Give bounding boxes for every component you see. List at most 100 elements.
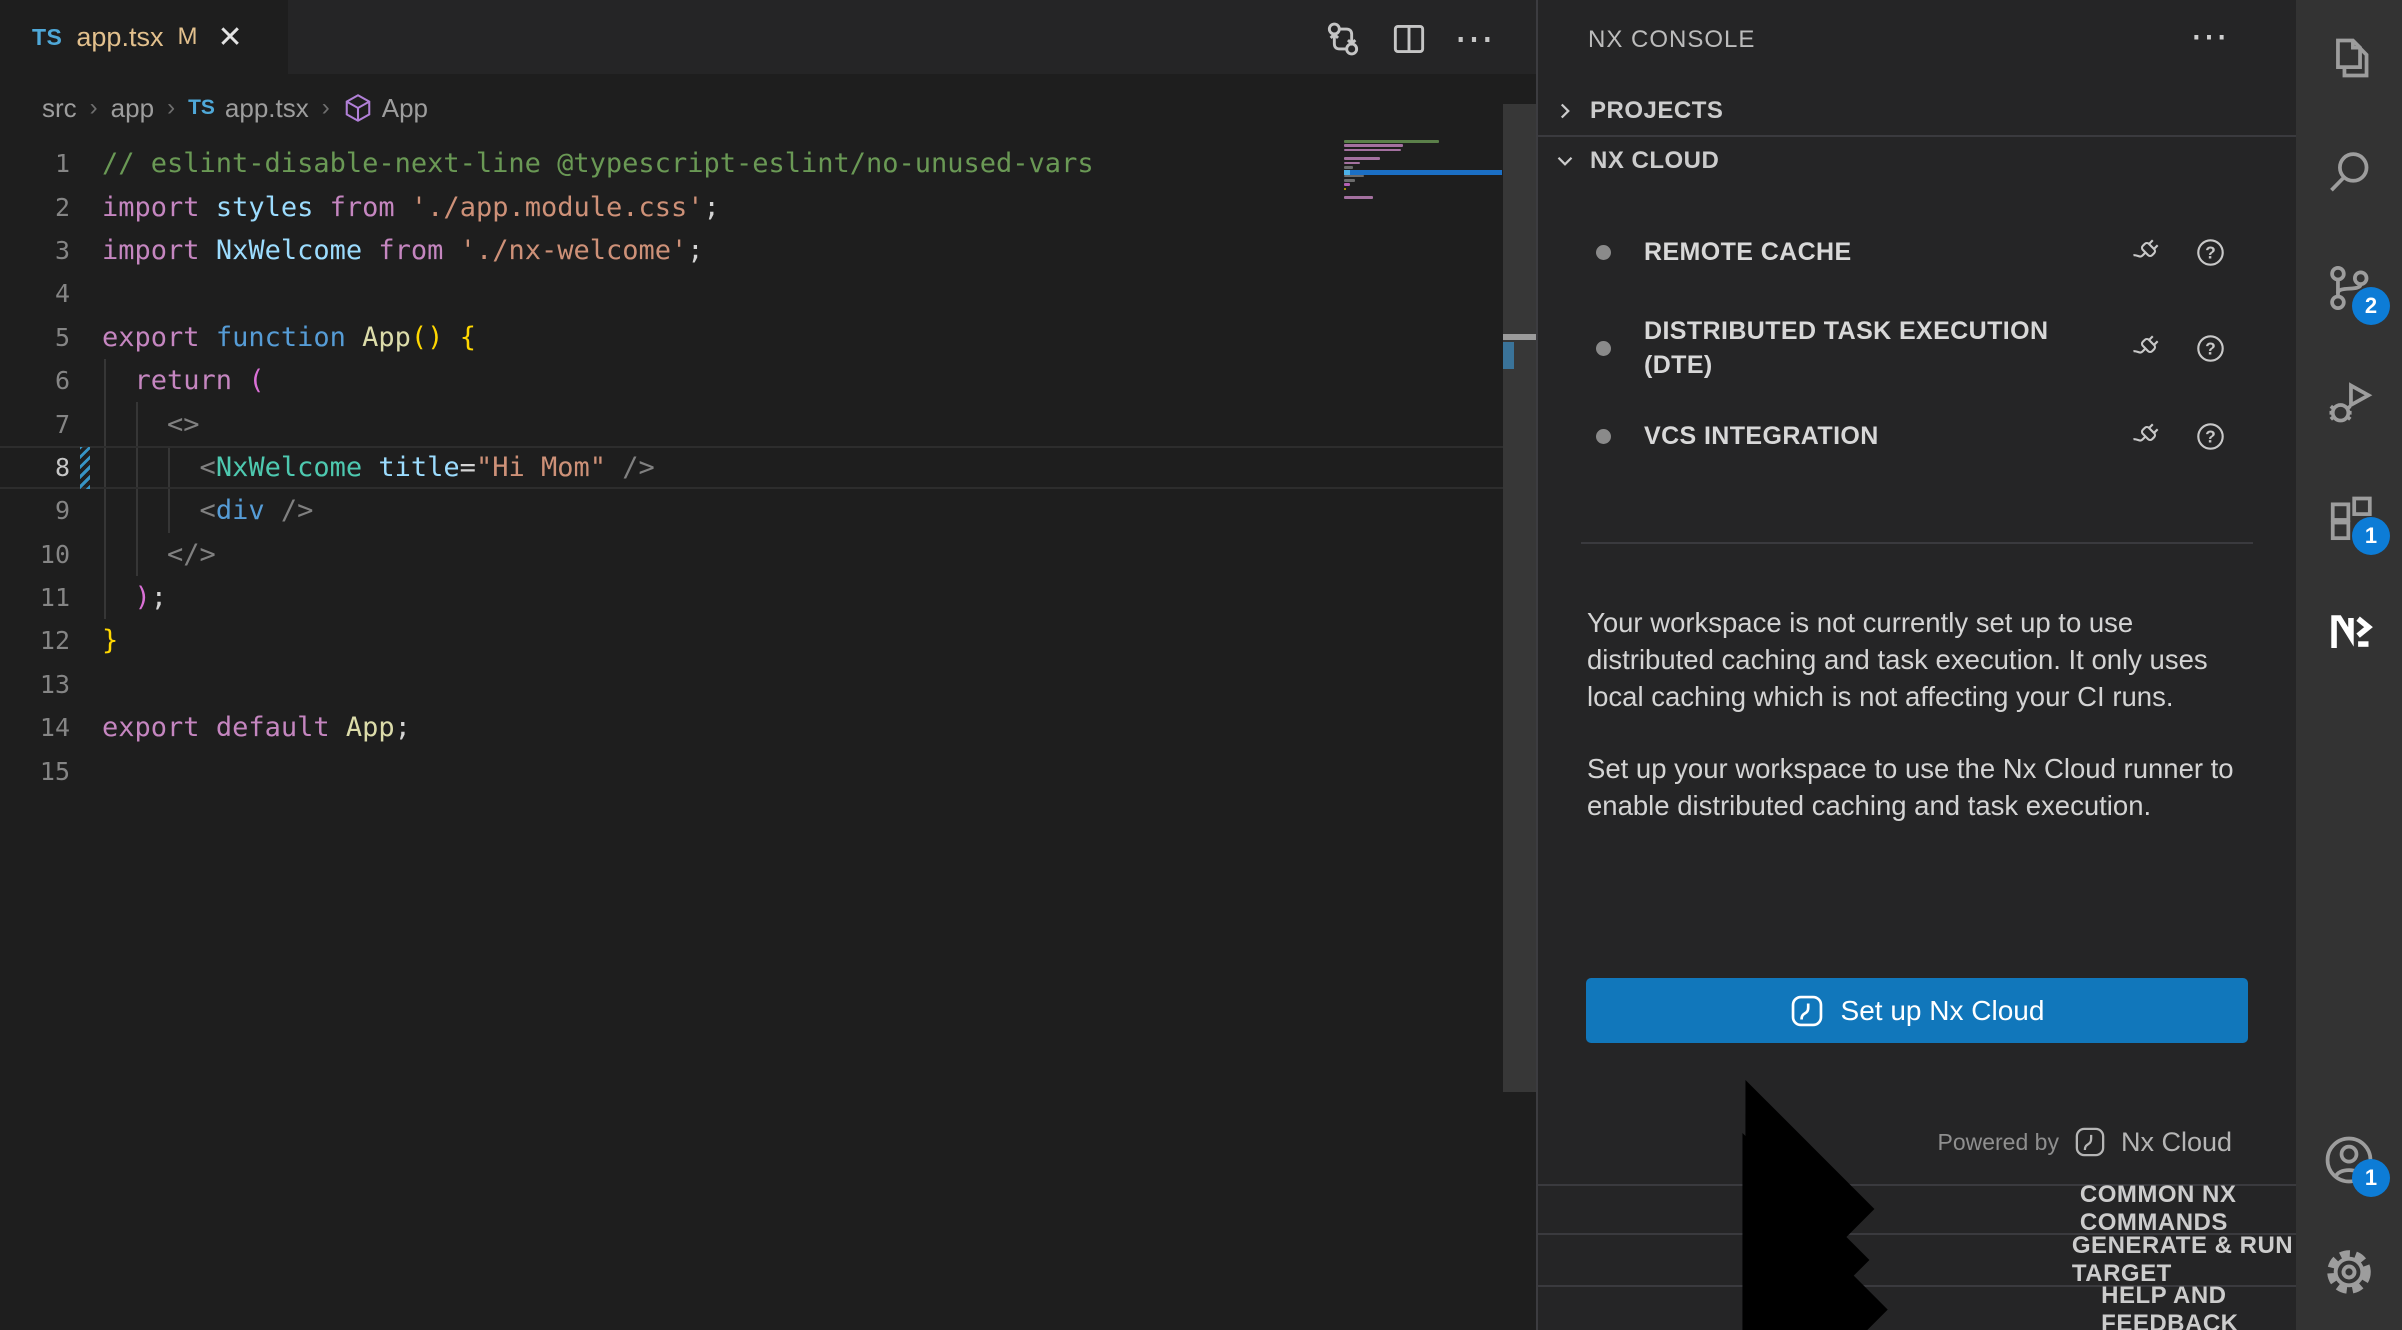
search-icon[interactable] [2323, 147, 2375, 199]
code-text[interactable]: <> [102, 409, 200, 440]
code-line[interactable]: 13 [0, 663, 1503, 706]
chevron-right-icon [1552, 98, 1578, 124]
extensions-badge: 1 [2352, 517, 2390, 555]
code-text[interactable]: ); [102, 582, 167, 613]
code-line[interactable]: 15 [0, 749, 1503, 792]
feature-dte[interactable]: DISTRIBUTED TASK EXECUTION (DTE) ? [1538, 300, 2296, 396]
line-number: 10 [0, 540, 70, 569]
typescript-file-icon: TS [188, 96, 215, 120]
feature-remote-cache[interactable]: REMOTE CACHE ? [1538, 224, 2296, 280]
breadcrumb[interactable]: src › app › TS app.tsx › App [0, 74, 1536, 142]
close-tab-icon[interactable]: ✕ [217, 20, 242, 55]
code-line[interactable]: 8 <NxWelcome title="Hi Mom" /> [0, 446, 1503, 489]
code-line[interactable]: 1 // eslint-disable-next-line @typescript… [0, 142, 1503, 185]
source-control-badge: 2 [2352, 287, 2390, 325]
typescript-file-icon: TS [32, 24, 62, 51]
split-editor-icon[interactable] [1388, 18, 1430, 60]
editor-scrollbar[interactable] [1503, 104, 1536, 1092]
line-number: 3 [0, 236, 70, 265]
overview-cursor-marker [1503, 334, 1536, 340]
open-changes-icon[interactable] [1322, 18, 1364, 60]
accounts-icon[interactable]: 1 [2323, 1134, 2375, 1186]
question-icon[interactable]: ? [2195, 421, 2226, 452]
code-text[interactable]: export default App; [102, 712, 411, 743]
section-projects[interactable]: PROJECTS [1538, 88, 2296, 134]
panel-title: NX CONSOLE [1588, 26, 1755, 54]
overview-modified-marker [1503, 342, 1514, 369]
connect-plug-icon[interactable] [2130, 333, 2161, 364]
feature-label: DISTRIBUTED TASK EXECUTION (DTE) [1644, 314, 2094, 382]
section-help-and-feedback[interactable]: HELP AND FEEDBACK [1538, 1285, 2296, 1330]
code-line[interactable]: 5 export function App() { [0, 316, 1503, 359]
tab-app-tsx[interactable]: TS app.tsx M ✕ [0, 0, 288, 74]
code-lines[interactable]: 1 // eslint-disable-next-line @typescript… [0, 142, 1503, 793]
code-text[interactable]: <div /> [102, 495, 313, 526]
breadcrumb-separator-icon: › [167, 94, 175, 122]
line-number: 8 [0, 453, 70, 482]
feature-vcs-integration[interactable]: VCS INTEGRATION ? [1538, 408, 2296, 464]
breadcrumb-separator-icon: › [322, 94, 330, 122]
code-text[interactable]: import styles from './app.module.css'; [102, 192, 720, 223]
code-line[interactable]: 2import styles from './app.module.css'; [0, 185, 1503, 228]
code-line[interactable]: 14export default App; [0, 706, 1503, 749]
code-line[interactable]: 6 return ( [0, 359, 1503, 402]
breadcrumb-folder[interactable]: src [42, 93, 77, 124]
line-number: 5 [0, 323, 70, 352]
bottom-sections: COMMON NX COMMANDS GENERATE & RUN TARGET… [1538, 1184, 2296, 1330]
run-debug-icon[interactable] [2323, 377, 2375, 429]
divider [1581, 542, 2253, 544]
connect-plug-icon[interactable] [2130, 421, 2161, 452]
nx-console-panel: NX CONSOLE ⋯ PROJECTS NX CLOUD REMOTE CA… [1536, 0, 2296, 1330]
divider [1538, 135, 2296, 137]
extensions-icon[interactable]: 1 [2323, 492, 2375, 544]
breadcrumb-folder[interactable]: app [111, 93, 154, 124]
symbol-cube-icon [343, 93, 373, 123]
chevron-down-icon [1552, 148, 1578, 174]
code-text[interactable]: <NxWelcome title="Hi Mom" /> [102, 452, 655, 483]
tab-bar: TS app.tsx M ✕ [0, 0, 1536, 74]
code-line[interactable]: 7 <> [0, 402, 1503, 445]
code-text[interactable]: export function App() { [102, 322, 476, 353]
editor-actions: ⋯ [1322, 18, 1497, 60]
code-text[interactable]: } [102, 625, 118, 656]
feature-label: VCS INTEGRATION [1644, 419, 2094, 453]
panel-more-actions-icon[interactable]: ⋯ [2190, 14, 2230, 59]
svg-text:?: ? [2205, 338, 2216, 358]
line-number: 13 [0, 670, 70, 699]
line-number: 1 [0, 149, 70, 178]
question-icon[interactable]: ? [2195, 333, 2226, 364]
code-line[interactable]: 10 </> [0, 533, 1503, 576]
code-line[interactable]: 4 [0, 272, 1503, 315]
code-line[interactable]: 3 import NxWelcome from './nx-welcome'; [0, 229, 1503, 272]
line-number: 7 [0, 410, 70, 439]
feature-label: REMOTE CACHE [1644, 235, 2094, 269]
powered-by-brand: Nx Cloud [2121, 1127, 2232, 1158]
breadcrumb-symbol[interactable]: App [382, 93, 428, 124]
status-dot-icon [1596, 245, 1611, 260]
code-text[interactable]: // eslint-disable-next-line @typescript-… [102, 148, 1094, 179]
section-label: NX CLOUD [1590, 147, 1719, 175]
code-line[interactable]: 11 ); [0, 576, 1503, 619]
code-text[interactable]: return ( [102, 365, 265, 396]
editor-more-actions-icon[interactable]: ⋯ [1454, 18, 1497, 60]
minimap[interactable] [1344, 140, 1502, 216]
line-number: 12 [0, 626, 70, 655]
svg-text:?: ? [2205, 242, 2216, 262]
section-label: HELP AND FEEDBACK [2101, 1282, 2296, 1330]
code-line[interactable]: 9 <div /> [0, 489, 1503, 532]
section-nx-cloud[interactable]: NX CLOUD [1538, 138, 2296, 184]
question-icon[interactable]: ? [2195, 237, 2226, 268]
settings-gear-icon[interactable] [2323, 1246, 2375, 1298]
code-text[interactable]: import NxWelcome from './nx-welcome'; [102, 235, 704, 266]
section-label: GENERATE & RUN TARGET [2072, 1232, 2296, 1288]
breadcrumb-file[interactable]: app.tsx [225, 93, 309, 124]
status-dot-icon [1596, 341, 1611, 356]
explorer-icon[interactable] [2323, 32, 2375, 84]
code-line[interactable]: 12} [0, 619, 1503, 662]
status-paragraph: Set up your workspace to use the Nx Clou… [1587, 750, 2259, 824]
source-control-icon[interactable]: 2 [2323, 262, 2375, 314]
nx-console-icon[interactable] [2323, 607, 2375, 659]
activity-bar: 2 1 [2296, 0, 2402, 1330]
connect-plug-icon[interactable] [2130, 237, 2161, 268]
code-text[interactable]: </> [102, 539, 216, 570]
